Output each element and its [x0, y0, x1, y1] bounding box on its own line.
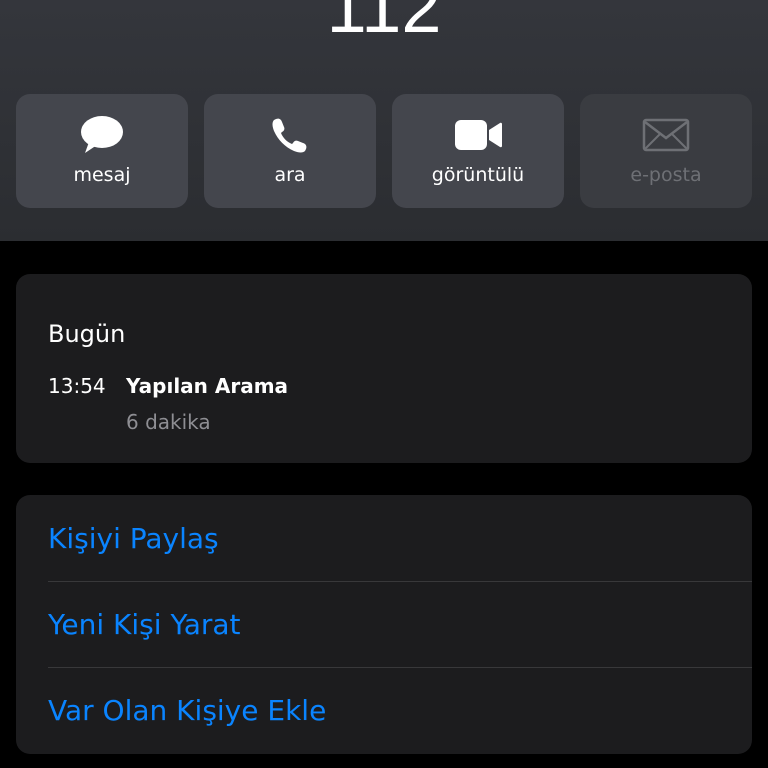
message-label: mesaj: [73, 164, 131, 186]
contact-number: 112: [326, 0, 442, 48]
email-label: e-posta: [630, 164, 702, 186]
contact-options-card: Kişiyi Paylaş Yeni Kişi Yarat Var Olan K…: [16, 495, 752, 754]
email-button[interactable]: e-posta: [580, 94, 752, 208]
contact-header: 112 mesaj ara görüntülü e-posta: [0, 0, 768, 241]
call-type: Yapılan Arama: [126, 374, 289, 398]
call-button[interactable]: ara: [204, 94, 376, 208]
video-camera-icon: [392, 115, 564, 155]
video-button[interactable]: görüntülü: [392, 94, 564, 208]
contact-detail-screen: 112 mesaj ara görüntülü e-posta Bugün 13…: [0, 0, 768, 768]
call-label: ara: [274, 164, 306, 186]
add-to-existing-contact-button[interactable]: Var Olan Kişiye Ekle: [48, 668, 752, 754]
recent-calls-card: Bugün 13:54 Yapılan Arama 6 dakika: [16, 274, 752, 463]
video-label: görüntülü: [431, 164, 525, 186]
message-button[interactable]: mesaj: [16, 94, 188, 208]
create-new-contact-button[interactable]: Yeni Kişi Yarat: [48, 582, 752, 668]
action-buttons-row: mesaj ara görüntülü e-posta: [16, 94, 752, 208]
envelope-icon: [580, 115, 752, 155]
phone-icon: [204, 115, 376, 155]
message-bubble-icon: [16, 115, 188, 155]
call-duration: 6 dakika: [126, 410, 211, 434]
call-time: 13:54: [48, 374, 106, 398]
recents-day-title: Bugün: [48, 320, 126, 348]
share-contact-button[interactable]: Kişiyi Paylaş: [48, 496, 752, 582]
